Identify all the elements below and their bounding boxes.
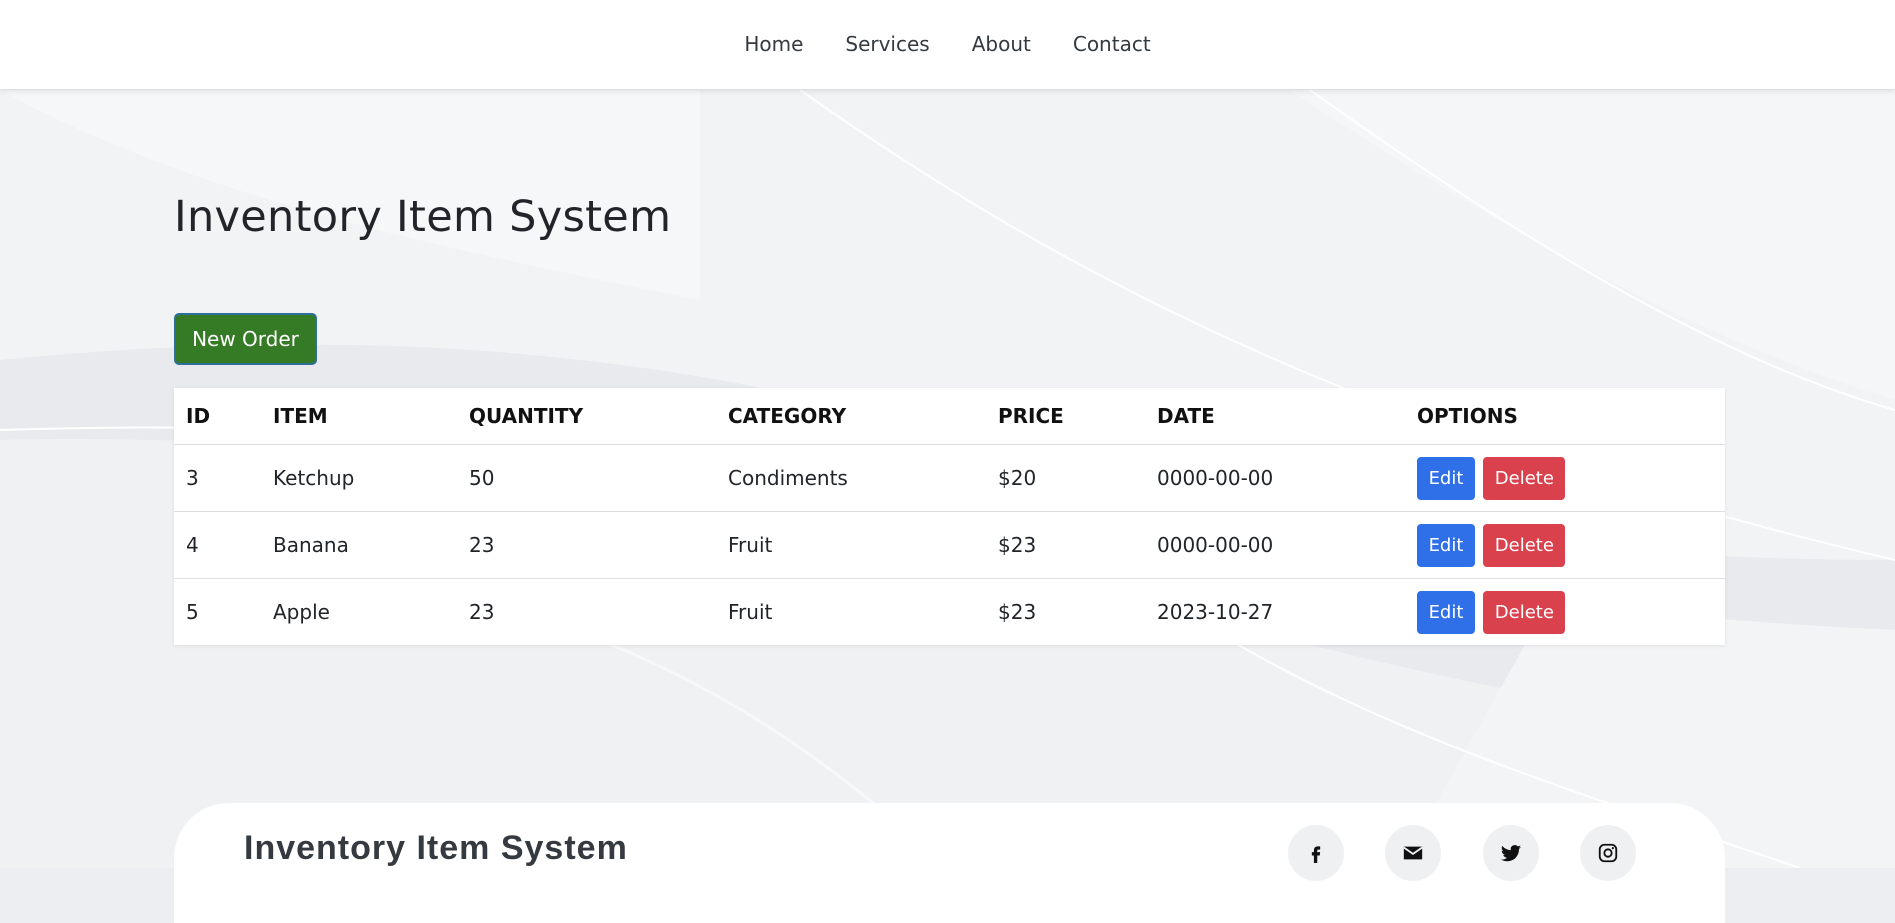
- table-row: 5 Apple 23 Fruit $23 2023-10-27 Edit Del…: [174, 579, 1725, 646]
- edit-button[interactable]: Edit: [1417, 523, 1475, 567]
- table-row: 4 Banana 23 Fruit $23 0000-00-00 Edit De…: [174, 511, 1725, 579]
- cell-date: 0000-00-00: [1145, 444, 1405, 512]
- cell-item: Banana: [261, 511, 457, 579]
- header-date: DATE: [1145, 388, 1405, 445]
- cell-options: Edit Delete: [1405, 511, 1725, 579]
- cell-options: Edit Delete: [1405, 579, 1725, 646]
- instagram-icon[interactable]: [1580, 825, 1636, 881]
- nav-home-link[interactable]: Home: [723, 0, 824, 89]
- nav-services-link[interactable]: Services: [824, 0, 950, 89]
- facebook-icon[interactable]: [1288, 825, 1344, 881]
- delete-button[interactable]: Delete: [1483, 523, 1566, 567]
- nav-contact-link[interactable]: Contact: [1052, 0, 1172, 89]
- cell-item: Ketchup: [261, 444, 457, 512]
- envelope-icon[interactable]: [1385, 825, 1441, 881]
- header-item: ITEM: [261, 388, 457, 445]
- edit-button[interactable]: Edit: [1417, 456, 1475, 500]
- cell-price: $23: [998, 600, 1037, 624]
- table-header-row: ID ITEM QUANTITY CATEGORY PRICE DATE OPT…: [174, 388, 1725, 445]
- cell-date: 2023-10-27: [1157, 600, 1274, 624]
- header-id: ID: [174, 388, 261, 445]
- new-order-button[interactable]: New Order: [174, 313, 317, 365]
- delete-button[interactable]: Delete: [1483, 590, 1566, 634]
- cell-category: Fruit: [728, 600, 773, 624]
- cell-options: Edit Delete: [1405, 444, 1725, 512]
- footer-title: Inventory Item System: [244, 829, 628, 867]
- page-title: Inventory Item System: [174, 192, 672, 242]
- cell-item: Apple: [273, 600, 330, 624]
- cell-category: Fruit: [716, 511, 986, 579]
- cell-id: 5: [186, 600, 199, 624]
- cell-date: 0000-00-00: [1145, 511, 1405, 579]
- cell-quantity: 23: [457, 511, 716, 579]
- twitter-icon[interactable]: [1483, 825, 1539, 881]
- inventory-table-container: ID ITEM QUANTITY CATEGORY PRICE DATE OPT…: [174, 388, 1725, 645]
- cell-price: $23: [986, 511, 1145, 579]
- delete-button[interactable]: Delete: [1483, 456, 1566, 500]
- cell-id: 4: [174, 511, 261, 579]
- top-navbar: Home Services About Contact: [0, 0, 1895, 89]
- header-quantity: QUANTITY: [457, 388, 716, 445]
- table-row: 3 Ketchup 50 Condiments $20 0000-00-00 E…: [174, 444, 1725, 512]
- cell-category: Condiments: [716, 444, 986, 512]
- cell-price: $20: [986, 444, 1145, 512]
- edit-button[interactable]: Edit: [1417, 590, 1475, 634]
- header-price: PRICE: [986, 388, 1145, 445]
- cell-id: 3: [174, 444, 261, 512]
- header-category: CATEGORY: [716, 388, 986, 445]
- footer-card: Inventory Item System: [174, 803, 1725, 923]
- inventory-table: ID ITEM QUANTITY CATEGORY PRICE DATE OPT…: [174, 388, 1725, 645]
- cell-quantity: 50: [457, 444, 716, 512]
- nav-about-link[interactable]: About: [951, 0, 1052, 89]
- header-options: OPTIONS: [1405, 388, 1725, 445]
- cell-quantity: 23: [469, 600, 495, 624]
